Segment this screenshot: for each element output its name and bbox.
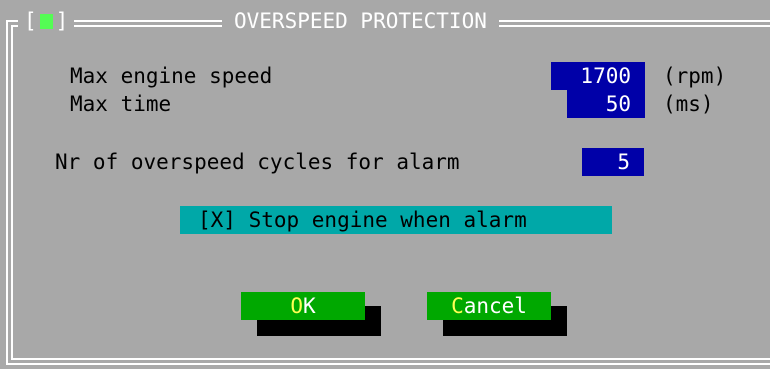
close-box-close-bracket: ] [55, 9, 69, 33]
dialog-title: OVERSPEED PROTECTION [234, 9, 487, 33]
title-bar-left: [] [18, 6, 75, 36]
max-time-unit: (ms) [663, 92, 714, 116]
max-time-input[interactable]: 50 [567, 90, 645, 118]
ok-button-label: K [303, 294, 316, 318]
max-engine-speed-input[interactable]: 1700 [551, 62, 645, 90]
overspeed-protection-dialog: [] OVERSPEED PROTECTION Max engine speed… [0, 0, 770, 369]
overspeed-cycles-input[interactable]: 5 [582, 148, 644, 176]
ok-button[interactable]: OK [241, 292, 365, 320]
close-box-icon[interactable] [39, 13, 53, 29]
max-time-value: 50 [605, 92, 631, 116]
ok-button-hotkey: O [290, 294, 303, 318]
overspeed-cycles-value: 5 [617, 150, 630, 174]
max-time-label: Max time [70, 92, 172, 116]
max-engine-speed-unit: (rpm) [663, 64, 727, 88]
cancel-button-label: ancel [463, 294, 527, 318]
cancel-button-hotkey: C [451, 294, 464, 318]
dialog-title-container: OVERSPEED PROTECTION [222, 6, 499, 36]
cancel-button[interactable]: Cancel [427, 292, 551, 320]
max-engine-speed-label: Max engine speed [70, 64, 273, 88]
overspeed-cycles-label: Nr of overspeed cycles for alarm [55, 150, 460, 174]
stop-engine-checkbox[interactable]: [X] Stop engine when alarm [180, 206, 612, 234]
max-engine-speed-value: 1700 [580, 64, 631, 88]
close-box-open-bracket: [ [24, 9, 37, 33]
stop-engine-checkbox-label: [X] Stop engine when alarm [198, 208, 527, 232]
